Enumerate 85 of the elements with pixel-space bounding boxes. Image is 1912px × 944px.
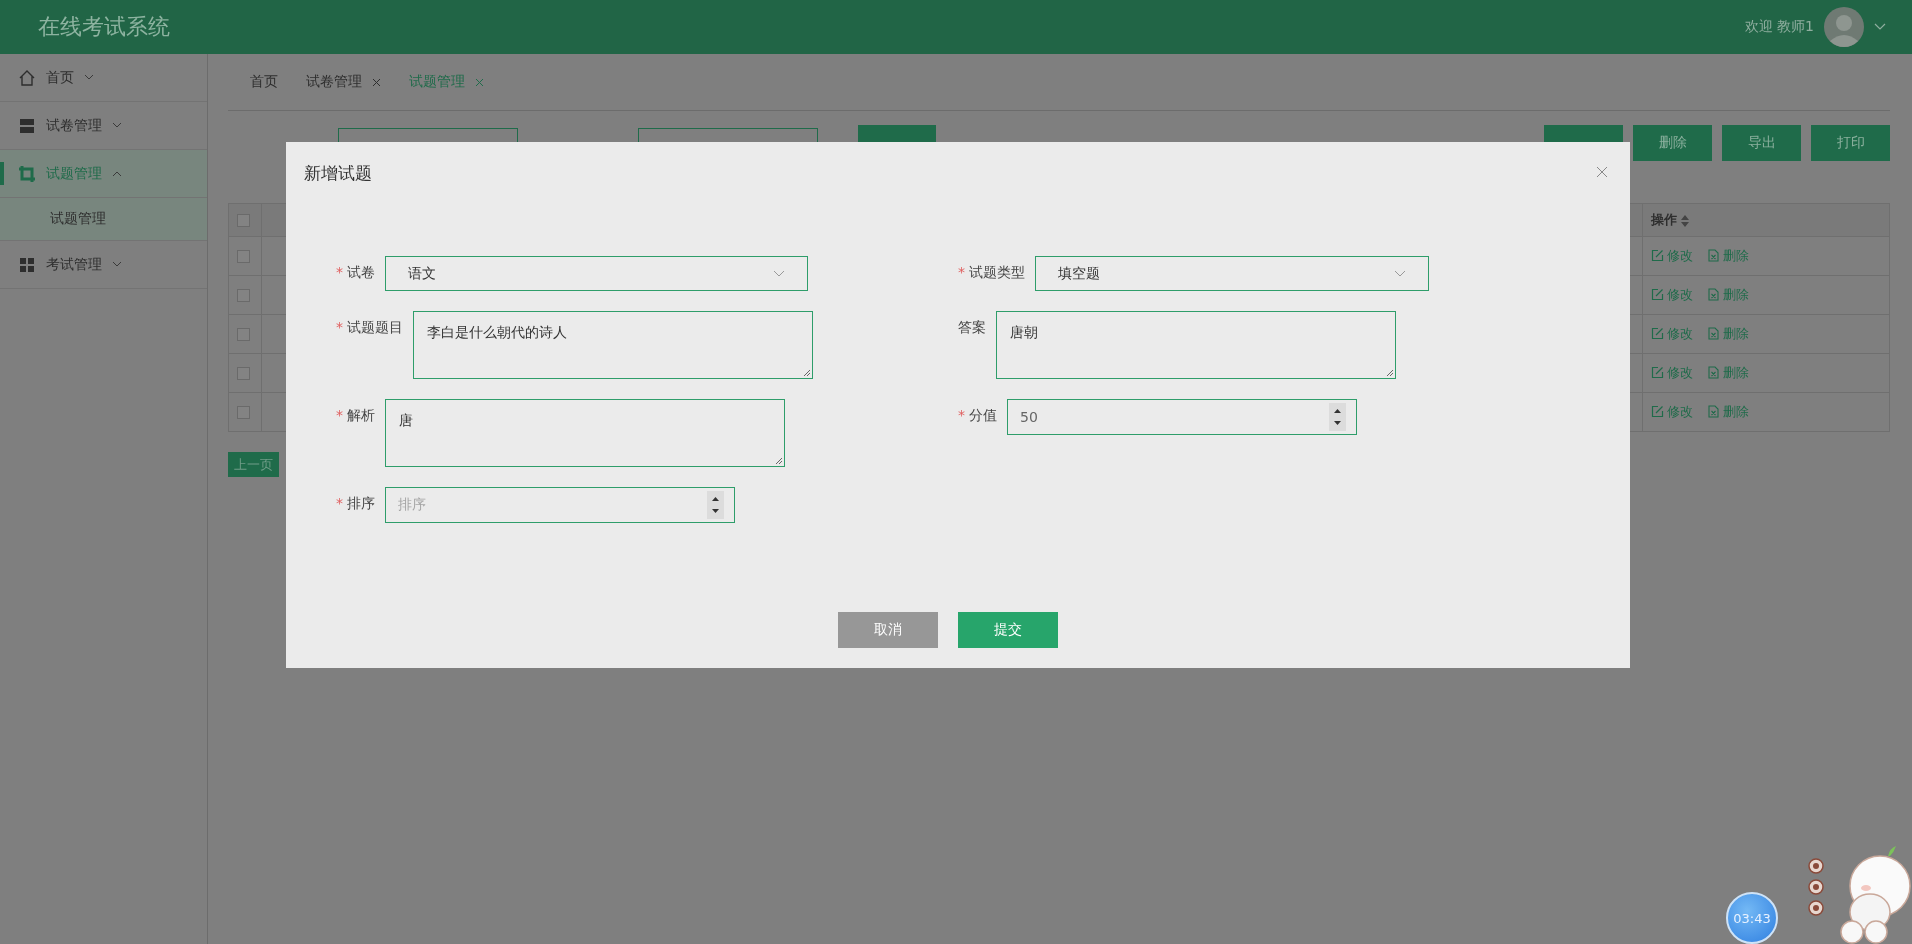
app-title: 在线考试系统 [38, 13, 170, 41]
text-area[interactable]: 李白是什么朝代的诗人 [413, 311, 813, 379]
avatar-icon[interactable] [1824, 7, 1864, 47]
required-mark: * [958, 264, 965, 282]
required-mark: * [336, 407, 343, 425]
close-icon[interactable] [475, 77, 484, 87]
sidebar-label: 考试管理 [46, 255, 102, 274]
document-icon [1707, 327, 1720, 341]
toolbar-button[interactable]: 删除 [1633, 125, 1712, 161]
dialog-title: 新增试题 [304, 162, 372, 185]
field-label: 排序 [347, 495, 375, 513]
field-label: 解析 [347, 407, 375, 425]
document-icon [1707, 288, 1720, 302]
checkbox[interactable] [237, 288, 250, 302]
document-icon [1707, 249, 1720, 263]
required-mark: * [336, 264, 343, 282]
submit-button[interactable]: 提交 [958, 612, 1058, 648]
grid-icon [18, 255, 36, 274]
field-label: 答案 [958, 319, 986, 337]
action-link[interactable]: 删除 [1707, 285, 1749, 304]
select-field[interactable]: 语文 [385, 256, 808, 291]
sidebar-subitem[interactable]: 试题管理 [0, 198, 207, 241]
required-mark: * [336, 319, 343, 337]
sort-icon[interactable] [1681, 214, 1689, 227]
round-icon[interactable] [1808, 900, 1824, 916]
text-area[interactable]: 唐朝 [996, 311, 1396, 379]
action-link[interactable]: 修改 [1651, 246, 1693, 265]
required-mark: * [336, 495, 343, 513]
edit-icon [1651, 249, 1664, 263]
field-label: 试卷 [347, 264, 375, 282]
tab[interactable]: 首页 [250, 73, 278, 91]
welcome-text: 欢迎 教师1 [1744, 18, 1814, 36]
sidebar-label: 试卷管理 [46, 116, 102, 135]
chevron-icon [773, 269, 785, 278]
cancel-button[interactable]: 取消 [838, 612, 938, 648]
server-icon [18, 116, 36, 135]
document-icon [1707, 366, 1720, 380]
text-area[interactable]: 唐 [385, 399, 785, 467]
caret-icon[interactable] [1874, 23, 1886, 31]
action-link[interactable]: 修改 [1651, 324, 1693, 343]
checkbox[interactable] [237, 405, 250, 419]
checkbox[interactable] [237, 213, 250, 227]
round-icon[interactable] [1808, 879, 1824, 895]
chevron-icon [1394, 269, 1406, 278]
field-label: 试题类型 [969, 264, 1025, 282]
document-icon [1707, 405, 1720, 419]
round-icon[interactable] [1808, 858, 1824, 874]
edit-icon [1651, 288, 1664, 302]
action-link[interactable]: 删除 [1707, 363, 1749, 382]
crop-icon [18, 164, 36, 183]
field-label: 分值 [969, 407, 997, 425]
tab[interactable]: 试卷管理 [306, 73, 381, 91]
action-link[interactable]: 删除 [1707, 402, 1749, 421]
sidebar-item[interactable]: 试题管理 [0, 150, 207, 198]
checkbox[interactable] [237, 366, 250, 380]
action-link[interactable]: 修改 [1651, 363, 1693, 382]
sidebar-label: 试题管理 [46, 164, 102, 183]
checkbox[interactable] [237, 327, 250, 341]
sidebar-item[interactable]: 首页 [0, 54, 207, 102]
edit-icon [1651, 327, 1664, 341]
edit-icon [1651, 405, 1664, 419]
number-field[interactable]: 排序 [385, 487, 735, 523]
resize-grip-icon[interactable] [802, 368, 811, 377]
checkbox[interactable] [237, 249, 250, 263]
action-link[interactable]: 删除 [1707, 324, 1749, 343]
resize-grip-icon[interactable] [1385, 368, 1394, 377]
sidebar-item[interactable]: 考试管理 [0, 241, 207, 289]
action-link[interactable]: 删除 [1707, 246, 1749, 265]
timer-badge[interactable]: 03:43 [1726, 892, 1778, 944]
column-header: 操作 [1651, 212, 1677, 227]
home-icon [18, 68, 36, 87]
number-field[interactable]: 50 [1007, 399, 1357, 435]
sidebar-label: 首页 [46, 68, 74, 87]
tab[interactable]: 试题管理 [409, 73, 484, 91]
action-link[interactable]: 修改 [1651, 402, 1693, 421]
action-link[interactable]: 修改 [1651, 285, 1693, 304]
toolbar-button[interactable]: 导出 [1722, 125, 1801, 161]
field-label: 试题题目 [347, 319, 403, 337]
edit-icon [1651, 366, 1664, 380]
resize-grip-icon[interactable] [774, 456, 783, 465]
select-field[interactable]: 填空题 [1035, 256, 1429, 291]
close-icon[interactable] [372, 77, 381, 87]
required-mark: * [958, 407, 965, 425]
close-icon[interactable] [1596, 166, 1608, 178]
toolbar-button[interactable]: 打印 [1811, 125, 1890, 161]
